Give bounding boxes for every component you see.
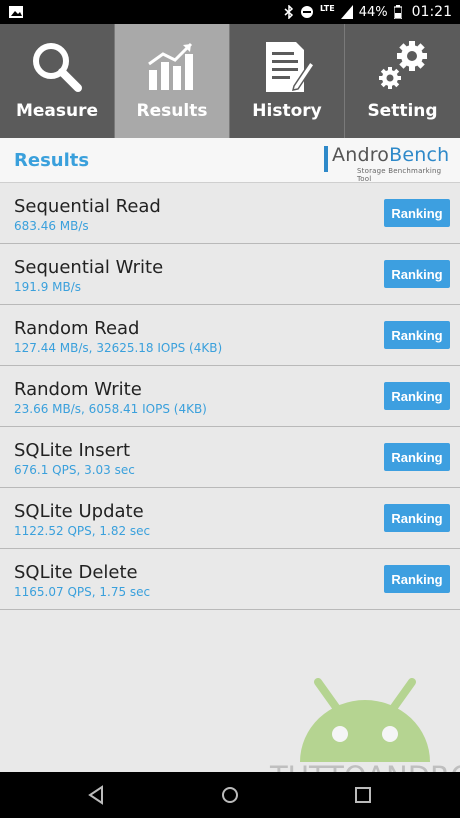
ranking-button[interactable]: Ranking bbox=[384, 321, 450, 349]
history-document-icon bbox=[266, 42, 314, 92]
ranking-button[interactable]: Ranking bbox=[384, 443, 450, 471]
results-list: Sequential Read 683.46 MB/s Ranking Sequ… bbox=[0, 183, 460, 610]
tab-history-label: History bbox=[252, 101, 322, 121]
result-value: 127.44 MB/s, 32625.18 IOPS (4KB) bbox=[14, 341, 223, 355]
result-name: Sequential Read bbox=[14, 196, 161, 217]
page-title: Results bbox=[14, 150, 90, 171]
logo-word: AndroBench bbox=[332, 144, 450, 166]
lte-label: LTE bbox=[320, 3, 335, 13]
result-name: SQLite Delete bbox=[14, 562, 138, 583]
gallery-icon bbox=[9, 6, 23, 18]
list-item: SQLite Delete 1165.07 QPS, 1.75 sec Rank… bbox=[0, 549, 460, 610]
home-icon[interactable] bbox=[217, 782, 243, 808]
list-item: SQLite Insert 676.1 QPS, 3.03 sec Rankin… bbox=[0, 427, 460, 488]
result-name: SQLite Update bbox=[14, 501, 144, 522]
list-item: Random Read 127.44 MB/s, 32625.18 IOPS (… bbox=[0, 305, 460, 366]
tab-results[interactable]: Results bbox=[115, 24, 230, 138]
search-icon bbox=[33, 43, 82, 92]
do-not-disturb-icon bbox=[301, 6, 314, 18]
bluetooth-icon bbox=[284, 5, 294, 19]
android-logo-icon bbox=[300, 678, 430, 762]
result-value: 683.46 MB/s bbox=[14, 219, 89, 233]
list-item: Sequential Write 191.9 MB/s Ranking bbox=[0, 244, 460, 305]
result-value: 1165.07 QPS, 1.75 sec bbox=[14, 585, 151, 599]
logo-subtitle: Storage Benchmarking Tool bbox=[357, 167, 442, 183]
tab-measure[interactable]: Measure bbox=[0, 24, 115, 138]
androbench-logo: AndroBench Storage Benchmarking Tool bbox=[324, 144, 450, 183]
main-tabbar: Measure Results History Setting bbox=[0, 24, 460, 138]
tab-history[interactable]: History bbox=[230, 24, 345, 138]
system-navbar bbox=[0, 772, 460, 818]
ranking-button[interactable]: Ranking bbox=[384, 565, 450, 593]
result-name: Sequential Write bbox=[14, 257, 164, 278]
tab-results-label: Results bbox=[136, 101, 208, 121]
result-name: Random Write bbox=[14, 379, 142, 400]
tab-setting[interactable]: Setting bbox=[345, 24, 460, 138]
result-value: 191.9 MB/s bbox=[14, 280, 82, 294]
tab-measure-label: Measure bbox=[15, 101, 99, 121]
results-chart-icon bbox=[148, 42, 193, 90]
battery-icon bbox=[393, 5, 402, 19]
battery-percent: 44% bbox=[358, 4, 388, 20]
result-value: 23.66 MB/s, 6058.41 IOPS (4KB) bbox=[14, 402, 207, 416]
status-bar: LTE 44% 01:21 bbox=[0, 0, 460, 24]
ranking-button[interactable]: Ranking bbox=[384, 382, 450, 410]
result-value: 676.1 QPS, 3.03 sec bbox=[14, 463, 135, 477]
list-item: SQLite Update 1122.52 QPS, 1.82 sec Rank… bbox=[0, 488, 460, 549]
list-item: Random Write 23.66 MB/s, 6058.41 IOPS (4… bbox=[0, 366, 460, 427]
ranking-button[interactable]: Ranking bbox=[384, 199, 450, 227]
tab-setting-label: Setting bbox=[367, 101, 438, 121]
gear-icon bbox=[378, 41, 427, 89]
result-name: Random Read bbox=[14, 318, 140, 339]
results-header: Results AndroBench Storage Benchmarking … bbox=[0, 138, 460, 183]
logo-bar bbox=[324, 146, 328, 172]
ranking-button[interactable]: Ranking bbox=[384, 260, 450, 288]
clock: 01:21 bbox=[411, 4, 452, 20]
recent-apps-icon[interactable] bbox=[350, 782, 376, 808]
ranking-button[interactable]: Ranking bbox=[384, 504, 450, 532]
logo-word-accent: Bench bbox=[389, 144, 450, 166]
back-icon[interactable] bbox=[84, 782, 110, 808]
list-item: Sequential Read 683.46 MB/s Ranking bbox=[0, 183, 460, 244]
result-name: SQLite Insert bbox=[14, 440, 131, 461]
signal-icon bbox=[340, 5, 353, 19]
result-value: 1122.52 QPS, 1.82 sec bbox=[14, 524, 151, 538]
